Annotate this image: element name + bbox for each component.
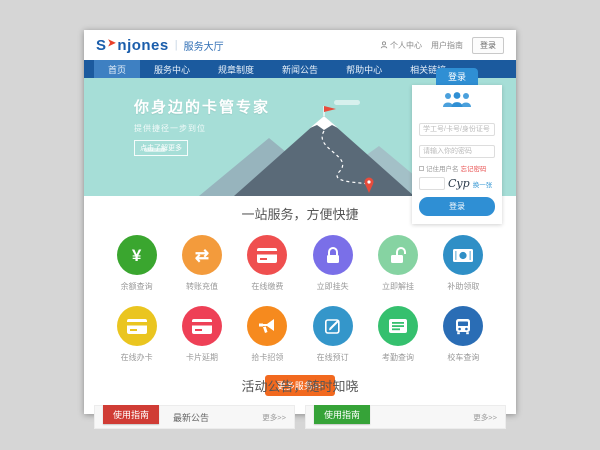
edit-icon [313,306,353,346]
site-name: 服务大厅 [184,38,224,53]
logo-text: S [96,37,107,54]
announcements-left-panel: 使用指南 最新公告 更多>> [94,405,295,429]
bank-card-icon [247,235,287,275]
password-input[interactable] [419,145,495,158]
personal-center-link[interactable]: 个人中心 [380,40,422,51]
megaphone-icon [247,306,287,346]
bus-icon [443,306,483,346]
service-item-pay[interactable]: 在线缴费 [235,235,300,292]
latest-announcements-tab[interactable]: 最新公告 [173,411,209,424]
hero-banner: 你身边的卡管专家 提供捷径一步到位 点击了解更多 登录 [84,78,516,196]
left-ribbon-tab[interactable]: 使用指南 [103,405,159,424]
page: S➤njones | 服务大厅 个人中心 用户指南 登录 首页 服务中心 规章制… [84,30,516,414]
nav-item-news[interactable]: 新闻公告 [268,60,332,78]
service-item-unlock[interactable]: 立即解挂 [365,235,430,292]
transfer-arrows-icon: ⇄ [182,235,222,275]
forgot-password-link[interactable]: 忘记密码 [461,163,487,173]
right-more-link[interactable]: 更多>> [473,412,497,423]
banknote-icon [443,235,483,275]
top-login-button[interactable]: 登录 [472,37,504,54]
nav-item-home[interactable]: 首页 [94,60,140,78]
remember-label: 记住用户名 [426,163,459,173]
user-guide-link[interactable]: 用户指南 [431,40,463,51]
hero-cta-button[interactable]: 点击了解更多 [134,140,188,156]
announcements-title: 活动公告，随时知晓 [84,376,516,395]
attendance-list-icon [378,306,418,346]
service-item-report-loss[interactable]: 立即挂失 [300,235,365,292]
service-item-transfer[interactable]: ⇄ 转账充值 [169,235,234,292]
service-item-school-bus[interactable]: 校车查询 [431,306,496,363]
logo-text-rest: njones [117,37,168,54]
mountain-illustration [189,104,439,196]
login-tab[interactable]: 登录 [436,68,478,85]
nav-item-help[interactable]: 帮助中心 [332,60,396,78]
service-item-apply-card[interactable]: 在线办卡 [104,306,169,363]
person-icon [380,41,388,49]
announcements-right-panel: 使用指南 更多>> [305,405,506,429]
captcha-refresh-link[interactable]: 换一张 [473,179,493,189]
login-submit-button[interactable]: 登录 [419,197,495,216]
login-panel: 登录 记住用户名 忘记密码 Cyp [412,68,502,224]
service-item-attendance[interactable]: 考勤查询 [365,306,430,363]
left-more-link[interactable]: 更多>> [262,412,286,423]
users-group-icon [419,92,495,113]
unlock-icon [378,235,418,275]
bank-card-icon [182,306,222,346]
service-item-booking[interactable]: 在线预订 [300,306,365,363]
right-ribbon-tab[interactable]: 使用指南 [314,405,370,424]
service-item-card-renewal[interactable]: 卡片延期 [169,306,234,363]
bank-card-icon [117,306,157,346]
logo-divider: | [175,39,178,51]
logo-arrow-icon: ➤ [108,38,117,49]
announcements-section: 活动公告，随时知晓 使用指南 最新公告 更多>> 使用指南 更多>> [84,366,516,429]
service-item-balance[interactable]: ¥ 余额查询 [104,235,169,292]
nav-item-service-center[interactable]: 服务中心 [140,60,204,78]
top-bar: S➤njones | 服务大厅 个人中心 用户指南 登录 [84,30,516,60]
captcha-image[interactable]: Cyp [448,177,470,190]
lock-icon [313,235,353,275]
service-item-found-card[interactable]: 拾卡招领 [235,306,300,363]
remember-checkbox[interactable] [419,166,424,171]
synjones-logo: S➤njones [96,37,169,54]
nav-item-rules[interactable]: 规章制度 [204,60,268,78]
service-item-subsidy[interactable]: 补助领取 [431,235,496,292]
captcha-input[interactable] [419,177,445,190]
username-input[interactable] [419,123,495,136]
yen-icon: ¥ [117,235,157,275]
